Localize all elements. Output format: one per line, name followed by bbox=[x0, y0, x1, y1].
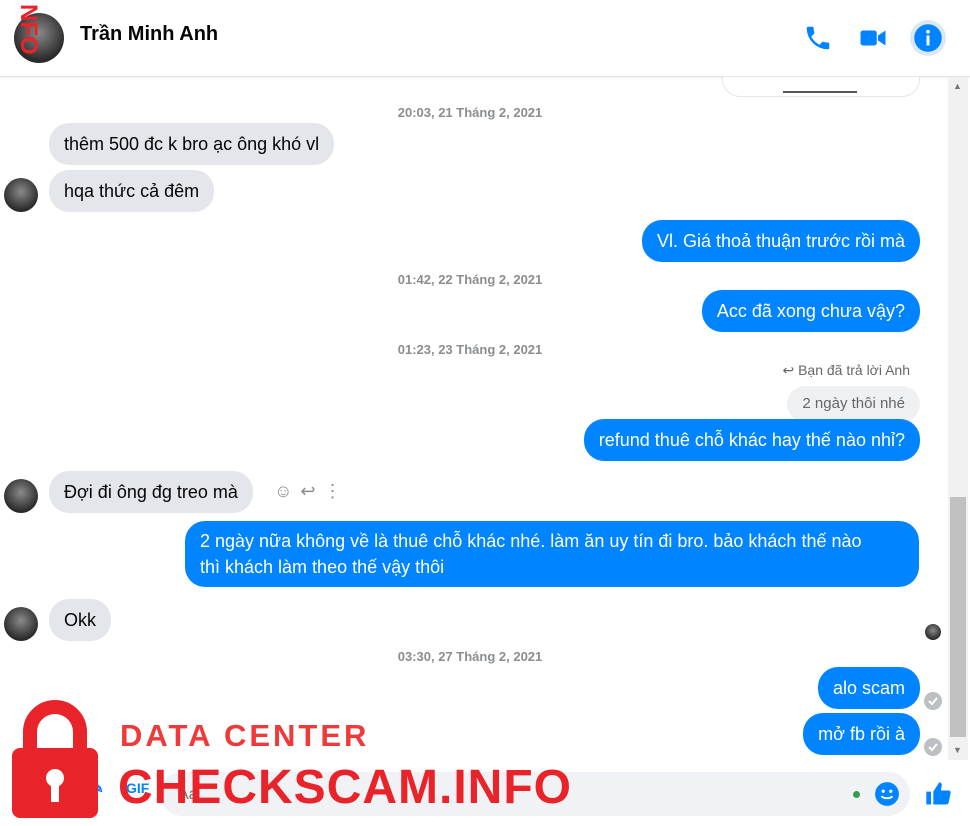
scroll-down-arrow-icon[interactable]: ▼ bbox=[953, 745, 962, 755]
phone-icon[interactable] bbox=[800, 20, 836, 56]
outgoing-message[interactable]: Vl. Giá thoả thuận trước rồi mà bbox=[642, 220, 920, 262]
scroll-up-arrow-icon[interactable]: ▲ bbox=[953, 81, 962, 91]
reply-indicator: ↩ Bạn đã trả lời Anh bbox=[782, 362, 910, 378]
video-call-icon[interactable] bbox=[855, 20, 891, 56]
scrollbar-thumb[interactable] bbox=[950, 497, 966, 737]
timestamp: 01:42, 22 Tháng 2, 2021 bbox=[397, 272, 543, 287]
reply-icon[interactable]: ↩ bbox=[300, 481, 315, 502]
outgoing-message[interactable]: mở fb rồi à bbox=[803, 713, 920, 755]
incoming-message[interactable]: Đợi đi ông đg treo mà bbox=[49, 471, 253, 513]
reply-note-text: Bạn đã trả lời Anh bbox=[798, 362, 910, 378]
outgoing-message[interactable]: alo scam bbox=[817, 667, 920, 709]
timestamp: 01:23, 23 Tháng 2, 2021 bbox=[397, 342, 543, 357]
message-line: 2 ngày nữa không về là thuê chỗ khác nhé… bbox=[200, 531, 862, 551]
incoming-message[interactable]: Okk bbox=[49, 599, 112, 641]
contact-avatar-small[interactable] bbox=[4, 479, 38, 513]
watermark-side-label: NFO bbox=[15, 4, 42, 55]
message-actions: ☺ ↩ ⋮ bbox=[274, 481, 341, 502]
online-dot-icon bbox=[853, 791, 860, 798]
timestamp: 03:30, 27 Tháng 2, 2021 bbox=[397, 649, 543, 664]
watermark: DATA CENTER CHECKSCAM.INFO bbox=[0, 690, 600, 826]
scrollbar[interactable]: ▲ ▼ bbox=[948, 77, 968, 760]
message-list[interactable]: 20:03, 21 Tháng 2, 2021 thêm 500 đc k br… bbox=[0, 77, 948, 760]
react-emoji-icon[interactable]: ☺ bbox=[274, 481, 292, 502]
message-line: thì khách làm theo thế vậy thôi bbox=[200, 557, 445, 577]
outgoing-message[interactable]: refund thuê chỗ khác hay thế nào nhỉ? bbox=[583, 419, 920, 461]
previous-attachment-card[interactable] bbox=[722, 77, 920, 97]
watermark-data-center: DATA CENTER bbox=[120, 718, 370, 753]
incoming-message[interactable]: thêm 500 đc k bro ạc ông khó vl bbox=[49, 123, 335, 165]
more-options-icon[interactable]: ⋮ bbox=[323, 481, 341, 502]
like-icon[interactable] bbox=[924, 780, 952, 813]
chat-header: Trần Minh Anh bbox=[0, 0, 970, 77]
sent-check-icon bbox=[924, 692, 942, 710]
padlock-logo-icon bbox=[12, 700, 98, 818]
timestamp: 20:03, 21 Tháng 2, 2021 bbox=[397, 105, 543, 120]
emoji-icon[interactable] bbox=[874, 781, 900, 812]
contact-avatar-small[interactable] bbox=[4, 178, 38, 212]
info-icon[interactable] bbox=[910, 20, 946, 56]
outgoing-message[interactable]: 2 ngày nữa không về là thuê chỗ khác nhé… bbox=[185, 521, 919, 587]
quoted-message[interactable]: 2 ngày thôi nhé bbox=[787, 386, 920, 422]
watermark-brand: CHECKSCAM.INFO bbox=[118, 761, 572, 814]
contact-name[interactable]: Trần Minh Anh bbox=[80, 23, 218, 46]
read-receipt-avatar bbox=[925, 624, 941, 640]
outgoing-message[interactable]: Acc đã xong chưa vậy? bbox=[701, 290, 920, 332]
incoming-message[interactable]: hqa thức cả đêm bbox=[49, 170, 215, 212]
sent-check-icon bbox=[924, 738, 942, 756]
watermark-side-text: NFO bbox=[12, 4, 44, 60]
contact-avatar-small[interactable] bbox=[4, 607, 38, 641]
